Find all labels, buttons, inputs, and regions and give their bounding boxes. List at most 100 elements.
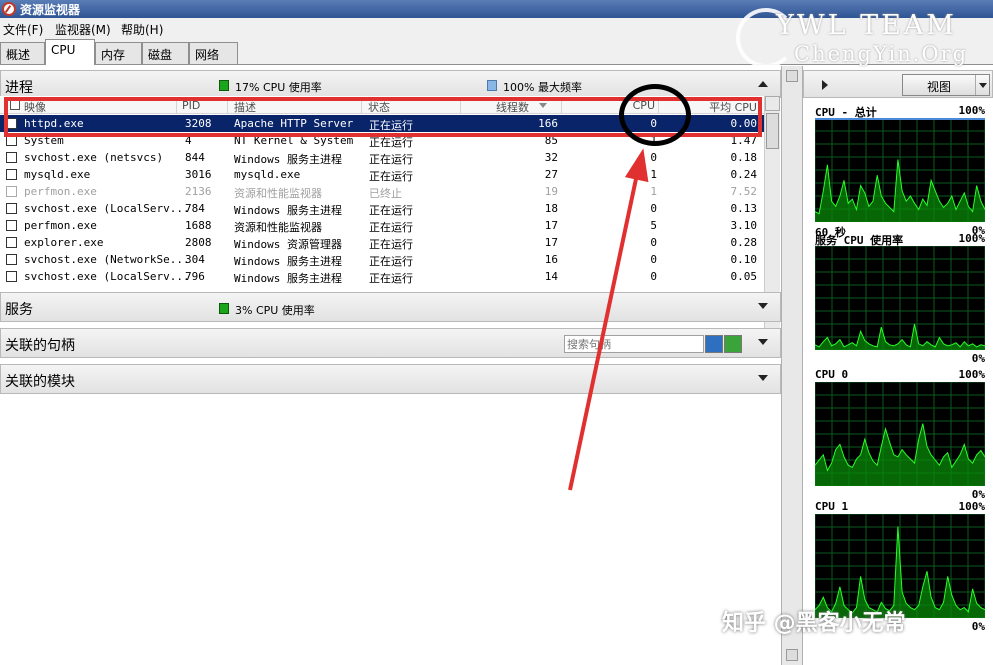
col-status[interactable]: 状态 — [368, 99, 461, 114]
cell-avg: 7.52 — [730, 185, 758, 198]
tab-memory[interactable]: 内存 — [95, 42, 142, 64]
scroll-down-arrow-icon[interactable] — [786, 649, 798, 661]
max-frequency-legend-icon — [487, 80, 497, 91]
graph-plot — [815, 246, 985, 350]
view-button[interactable]: 视图 — [902, 74, 990, 96]
app-icon — [2, 2, 16, 16]
processes-title: 进程 — [5, 80, 33, 96]
graph-toolbar: 视图 — [803, 70, 993, 98]
graph-plot — [815, 118, 985, 222]
column-header-row: 映像 PID 描述 状态 线程数 CPU 平均 CPU — [0, 98, 764, 114]
search-handles-input[interactable] — [564, 335, 704, 353]
cell-desc: Windows 服务主进程 — [234, 272, 342, 285]
col-threads[interactable]: 线程数 — [466, 99, 562, 114]
cell-avg: 0.05 — [730, 270, 758, 283]
expand-arrow-icon[interactable] — [758, 339, 768, 345]
view-label: 视图 — [927, 80, 952, 94]
col-image[interactable]: 映像 — [24, 99, 177, 114]
cell-cpu: 0 — [650, 202, 657, 215]
scroll-up-arrow-icon[interactable] — [786, 70, 798, 82]
table-row[interactable]: httpd.exe 3208 Apache HTTP Server 正在运行 166 0 0… — [0, 115, 764, 132]
cpu-graph: CPU - 总计 100% 60 秒 0% — [815, 104, 985, 239]
table-row[interactable]: mysqld.exe 3016 mysqld.exe 正在运行 27 1 0.24 — [0, 166, 764, 183]
cell-cpu: 0 — [650, 236, 657, 249]
modules-header[interactable]: 关联的模块 — [0, 364, 781, 394]
refresh-icon[interactable] — [724, 335, 742, 353]
collapse-panel-icon[interactable] — [822, 80, 828, 90]
row-checkbox[interactable] — [6, 203, 17, 214]
cell-desc: Windows 服务主进程 — [234, 255, 342, 268]
table-row[interactable]: explorer.exe 2808 Windows 资源管理器 正在运行 17 0 0.28 — [0, 234, 764, 251]
graph-plot — [815, 382, 985, 486]
cell-avg: 1.47 — [730, 134, 758, 147]
table-row[interactable]: svchost.exe (LocalServ... 784 Windows 服务主进… — [0, 200, 764, 217]
tab-disk[interactable]: 磁盘 — [142, 42, 189, 64]
scroll-up-arrow-icon[interactable] — [765, 96, 780, 111]
cell-threads: 19 — [544, 185, 558, 198]
graph-max-label: 100% — [958, 500, 986, 513]
table-row[interactable]: svchost.exe (NetworkSe... 304 Windows 服务主进… — [0, 251, 764, 268]
tab-overview[interactable]: 概述 — [0, 42, 45, 64]
row-checkbox[interactable] — [6, 135, 17, 146]
processes-header[interactable]: 进程 17% CPU 使用率 100% 最大频率 — [0, 70, 781, 98]
cell-cpu: 1 — [650, 134, 657, 147]
cell-avg: 0.00 — [730, 117, 758, 130]
services-cpu-usage: 3% CPU 使用率 — [235, 304, 315, 317]
col-avg-cpu[interactable]: 平均 CPU — [665, 99, 759, 114]
cell-status: 正在运行 — [369, 153, 413, 166]
col-cpu[interactable]: CPU — [567, 99, 659, 113]
cell-pid: 1688 — [185, 219, 212, 232]
expand-arrow-icon[interactable] — [758, 303, 768, 309]
row-checkbox[interactable] — [6, 220, 17, 231]
cpu-usage-legend-icon — [219, 80, 229, 91]
cell-pid: 796 — [185, 270, 205, 283]
handles-header[interactable]: 关联的句柄 — [0, 328, 781, 358]
cell-avg: 0.24 — [730, 168, 758, 181]
chevron-down-icon[interactable] — [975, 75, 989, 95]
cell-image: httpd.exe — [24, 117, 84, 130]
cell-image: mysqld.exe — [24, 168, 91, 181]
cell-desc: 资源和性能监视器 — [234, 221, 322, 234]
col-pid[interactable]: PID — [182, 99, 228, 113]
menu-file[interactable]: 文件(F) — [3, 21, 43, 38]
window-title: 资源监视器 — [20, 3, 81, 17]
table-row[interactable]: svchost.exe (LocalServ... 796 Windows 服务主进… — [0, 268, 764, 285]
row-checkbox[interactable] — [6, 254, 17, 265]
search-icon[interactable] — [705, 335, 723, 353]
expand-arrow-icon[interactable] — [758, 375, 768, 381]
select-all-checkbox[interactable] — [10, 100, 20, 110]
collapse-arrow-icon[interactable] — [758, 81, 768, 87]
panel-splitter[interactable] — [781, 66, 803, 665]
scroll-thumb[interactable] — [766, 113, 779, 149]
cell-desc: Windows 服务主进程 — [234, 204, 342, 217]
table-row[interactable]: perfmon.exe 1688 资源和性能监视器 正在运行 17 5 3.10 — [0, 217, 764, 234]
row-checkbox[interactable] — [6, 152, 17, 163]
menu-bar: 文件(F) 监视器(M) 帮助(H) — [0, 18, 993, 38]
menu-monitor[interactable]: 监视器(M) — [55, 21, 111, 38]
row-checkbox[interactable] — [6, 271, 17, 282]
col-description[interactable]: 描述 — [234, 99, 362, 114]
cell-cpu: 0 — [650, 253, 657, 266]
tab-cpu[interactable]: CPU — [45, 39, 95, 65]
cpu-graph: 服务 CPU 使用率 100% 0% — [815, 232, 985, 366]
modules-title: 关联的模块 — [5, 374, 75, 390]
row-checkbox[interactable] — [6, 169, 17, 180]
row-checkbox[interactable] — [6, 186, 17, 197]
cell-status: 已终止 — [369, 187, 402, 200]
processes-cpu-usage: 17% CPU 使用率 — [235, 81, 322, 94]
title-bar: 资源监视器 — [0, 0, 993, 18]
row-checkbox[interactable] — [6, 118, 17, 129]
services-header[interactable]: 服务 3% CPU 使用率 — [0, 292, 781, 322]
table-row[interactable]: System 4 NT Kernel & System 正在运行 85 1 1.47 — [0, 132, 764, 149]
cell-image: perfmon.exe — [24, 185, 97, 198]
row-checkbox[interactable] — [6, 237, 17, 248]
cell-threads: 27 — [544, 168, 558, 181]
cell-avg: 3.10 — [730, 219, 758, 232]
graph-max-label: 100% — [958, 232, 986, 245]
table-row[interactable]: svchost.exe (netsvcs) 844 Windows 服务主进程 正在运… — [0, 149, 764, 166]
cell-pid: 844 — [185, 151, 205, 164]
tab-network[interactable]: 网络 — [189, 42, 238, 64]
table-row[interactable]: perfmon.exe 2136 资源和性能监视器 已终止 19 1 7.52 — [0, 183, 764, 200]
cell-pid: 784 — [185, 202, 205, 215]
menu-help[interactable]: 帮助(H) — [121, 21, 163, 38]
